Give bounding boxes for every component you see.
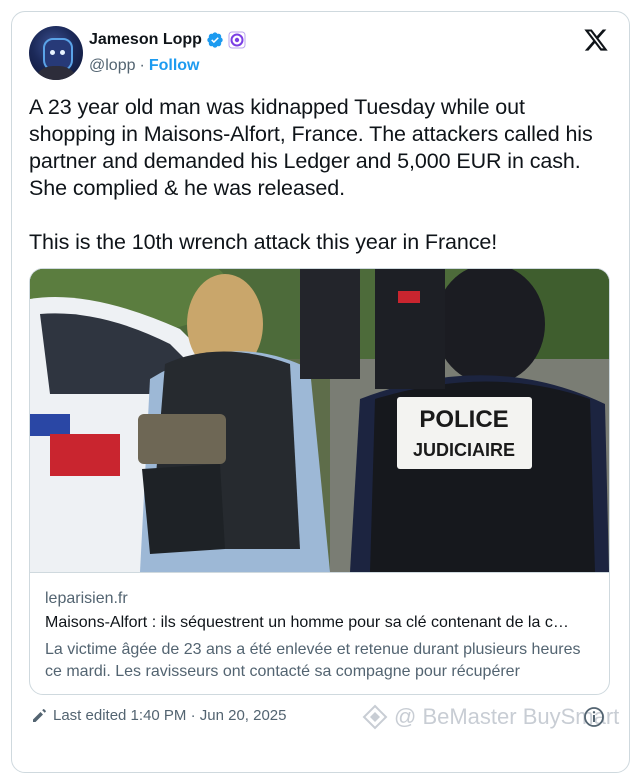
article-image: POLICE JUDICIAIRE [30,269,609,572]
vest-label-police: POLICE [419,406,508,433]
link-title[interactable]: Maisons-Alfort : ils séquestrent un homm… [45,614,595,632]
bemaster-logo-icon [362,704,388,730]
author-name-row: Jameson Lopp [89,31,246,49]
tweet-text: A 23 year old man was kidnapped Tuesday … [29,95,593,254]
link-preview-card[interactable]: POLICE JUDICIAIRE leparisien.fr Maisons-… [29,268,610,695]
author-handle-row: @lopp · Follow [89,57,199,75]
last-edited[interactable]: Last edited 1:40 PM · Jun 20, 2025 [31,707,287,724]
last-edited-label: Last edited 1:40 PM · Jun 20, 2025 [53,707,287,724]
pencil-icon [33,708,46,722]
avatar[interactable] [29,26,83,80]
author-display-name[interactable]: Jameson Lopp [89,31,202,49]
link-meta: leparisien.fr Maisons-Alfort : ils séque… [30,572,609,694]
link-domain: leparisien.fr [45,590,128,607]
link-description: La victime âgée de 23 ans a été enlevée … [45,641,581,680]
handle-separator: · [139,57,145,74]
vest-label-judiciaire: JUDICIAIRE [413,440,515,460]
x-logo-icon[interactable] [583,27,609,53]
info-icon[interactable] [583,706,605,728]
watermark: @ BeMaster BuySmart [362,704,619,730]
verified-badge-icon [207,32,223,48]
affiliate-badge-icon [228,31,246,49]
follow-button[interactable]: Follow [149,57,200,75]
author-handle[interactable]: @lopp [89,57,136,75]
